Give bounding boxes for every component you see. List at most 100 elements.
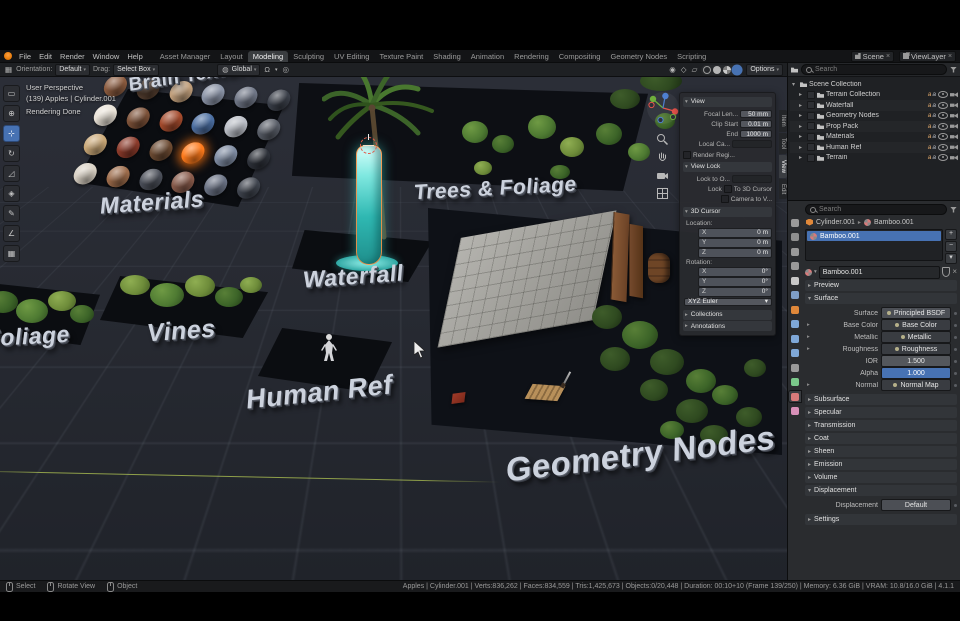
wood-plank[interactable] bbox=[610, 211, 630, 303]
red-crate[interactable] bbox=[451, 391, 466, 405]
hide-in-viewport-toggle[interactable] bbox=[938, 133, 948, 141]
scene-selector[interactable]: Scene × bbox=[850, 50, 895, 62]
drag-dropdown[interactable]: Select Box ▾ bbox=[113, 63, 160, 76]
lock-to-object-field[interactable] bbox=[732, 175, 772, 183]
workspace-tab-rendering[interactable]: Rendering bbox=[509, 51, 554, 62]
field-normal[interactable]: Normal Map bbox=[881, 379, 951, 391]
field-alpha[interactable]: 1.000 bbox=[881, 367, 951, 379]
properties-tab-tool[interactable] bbox=[789, 217, 801, 228]
outliner-row-human-ref[interactable]: ▸ Human Ref aa bbox=[790, 142, 958, 153]
expand-caret-icon[interactable]: ▸ bbox=[799, 154, 805, 161]
plant[interactable] bbox=[492, 135, 514, 153]
properties-tab-material[interactable] bbox=[789, 391, 801, 402]
n-panel-tab-tool[interactable]: Tool bbox=[779, 132, 787, 154]
bush[interactable] bbox=[622, 321, 658, 349]
outliner-editor-icon[interactable] bbox=[791, 67, 798, 73]
npanel-section-view[interactable]: ▾ View bbox=[683, 96, 772, 107]
workspace-tab-layout[interactable]: Layout bbox=[215, 51, 248, 62]
waterfall-object[interactable] bbox=[356, 145, 382, 265]
show-overlays-icon[interactable]: ◇ bbox=[680, 65, 688, 75]
fake-user-shield-icon[interactable] bbox=[942, 267, 951, 277]
disable-in-renders-toggle[interactable] bbox=[950, 123, 958, 129]
expand-caret-icon[interactable]: ▸ bbox=[799, 91, 805, 98]
expand-caret-icon[interactable]: ▸ bbox=[799, 133, 805, 140]
material-preview-sphere[interactable] bbox=[146, 138, 176, 162]
cursor-location-y[interactable]: Y0 m bbox=[698, 238, 772, 248]
workspace-tab-texture-paint[interactable]: Texture Paint bbox=[374, 51, 428, 62]
animate-decorator[interactable] bbox=[954, 311, 957, 315]
properties-section-subsurface[interactable]: ▸ Subsurface bbox=[805, 394, 957, 405]
remove-view-layer-icon[interactable]: × bbox=[948, 53, 952, 60]
bush[interactable] bbox=[676, 399, 708, 423]
material-slot-selected[interactable]: Bamboo.001 bbox=[807, 231, 941, 241]
properties-tab-physics[interactable] bbox=[789, 348, 801, 359]
breadcrumb-material[interactable]: Bamboo.001 bbox=[874, 219, 914, 226]
cursor-rotation-x[interactable]: X 0° bbox=[698, 267, 772, 277]
material-preview-sphere[interactable] bbox=[233, 176, 263, 200]
expand-caret-icon[interactable]: ▸ bbox=[799, 102, 805, 109]
field-ior[interactable]: 1.500 bbox=[881, 355, 951, 367]
animate-decorator[interactable] bbox=[954, 503, 957, 507]
cursor-location-x[interactable]: X0 m bbox=[698, 228, 772, 238]
material-preview-sphere[interactable] bbox=[80, 132, 111, 157]
field-focal-len[interactable]: 50 mm bbox=[740, 110, 772, 118]
material-slot-list[interactable]: Bamboo.001 bbox=[805, 229, 943, 261]
vine[interactable] bbox=[240, 277, 262, 293]
properties-section-displacement[interactable]: ▾ Displacement bbox=[805, 485, 957, 496]
outliner-search-input[interactable]: Search bbox=[801, 64, 947, 75]
properties-section-sheen[interactable]: ▸ Sheen bbox=[805, 446, 957, 457]
material-preview-sphere[interactable] bbox=[211, 144, 241, 168]
outliner-scene-collection-row[interactable]: ▾ Scene Collection bbox=[790, 79, 958, 90]
hide-in-viewport-toggle[interactable] bbox=[938, 91, 948, 99]
bush[interactable] bbox=[640, 379, 668, 401]
slot-specials-menu[interactable]: ▾ bbox=[945, 253, 957, 264]
workspace-tab-asset-manager[interactable]: Asset Manager bbox=[155, 51, 215, 62]
material-preview-sphere[interactable] bbox=[113, 135, 143, 160]
material-preview-sphere[interactable] bbox=[103, 164, 133, 189]
npanel-section-annotations[interactable]: ▸ Annotations bbox=[683, 321, 772, 331]
properties-section-emission[interactable]: ▸ Emission bbox=[805, 459, 957, 470]
material-preview-sphere[interactable] bbox=[263, 88, 294, 112]
bush[interactable] bbox=[686, 369, 716, 393]
field-metallic[interactable]: Metallic bbox=[881, 331, 951, 343]
properties-section-preview[interactable]: ▸ Preview bbox=[805, 280, 957, 291]
vine[interactable] bbox=[215, 287, 243, 307]
disable-in-renders-toggle[interactable] bbox=[950, 102, 958, 108]
filter-icon[interactable] bbox=[950, 206, 957, 213]
disable-in-renders-toggle[interactable] bbox=[950, 144, 958, 150]
material-preview-sphere[interactable] bbox=[221, 114, 251, 139]
collection-exclude-checkbox[interactable] bbox=[807, 132, 815, 141]
toggle-ortho-icon[interactable] bbox=[656, 187, 669, 200]
menu-help[interactable]: Help bbox=[123, 52, 146, 61]
vine[interactable] bbox=[185, 275, 215, 297]
properties-tab-render[interactable] bbox=[789, 232, 801, 243]
wood-plank[interactable] bbox=[629, 223, 643, 299]
camera-to-view-checkbox[interactable] bbox=[720, 195, 729, 203]
material-preview-sphere[interactable] bbox=[243, 147, 273, 171]
camera-view-icon[interactable] bbox=[656, 169, 669, 182]
n-panel-tab-edit[interactable]: Edit bbox=[779, 178, 787, 199]
unlink-scene-icon[interactable]: × bbox=[886, 53, 890, 60]
workspace-tab-compositing[interactable]: Compositing bbox=[554, 51, 606, 62]
outliner-row-materials[interactable]: ▸ Materials aa bbox=[790, 132, 958, 143]
animate-decorator[interactable] bbox=[954, 383, 957, 387]
expand-caret-icon[interactable]: ▸ bbox=[799, 144, 805, 151]
add-slot-button[interactable]: + bbox=[945, 229, 957, 240]
bush[interactable] bbox=[712, 385, 738, 405]
properties-tab-world[interactable] bbox=[789, 290, 801, 301]
animate-decorator[interactable] bbox=[954, 371, 957, 375]
orientation-dropdown[interactable]: Default ▾ bbox=[55, 63, 90, 76]
properties-section-coat[interactable]: ▸ Coat bbox=[805, 433, 957, 444]
pan-hand-icon[interactable] bbox=[656, 151, 669, 164]
material-preview-sphere[interactable] bbox=[253, 117, 284, 142]
properties-section-settings[interactable]: ▸ Settings bbox=[805, 514, 957, 525]
properties-tab-texture[interactable] bbox=[789, 406, 801, 417]
workspace-tab-uv-editing[interactable]: UV Editing bbox=[329, 51, 374, 62]
properties-tab-modifiers[interactable] bbox=[789, 319, 801, 330]
view-layer-selector[interactable]: ViewLayer × bbox=[899, 50, 956, 62]
zoom-icon[interactable] bbox=[656, 133, 669, 146]
properties-section-volume[interactable]: ▸ Volume bbox=[805, 472, 957, 483]
vine[interactable] bbox=[150, 283, 184, 307]
plant[interactable] bbox=[560, 137, 584, 157]
disable-in-renders-toggle[interactable] bbox=[950, 155, 958, 161]
